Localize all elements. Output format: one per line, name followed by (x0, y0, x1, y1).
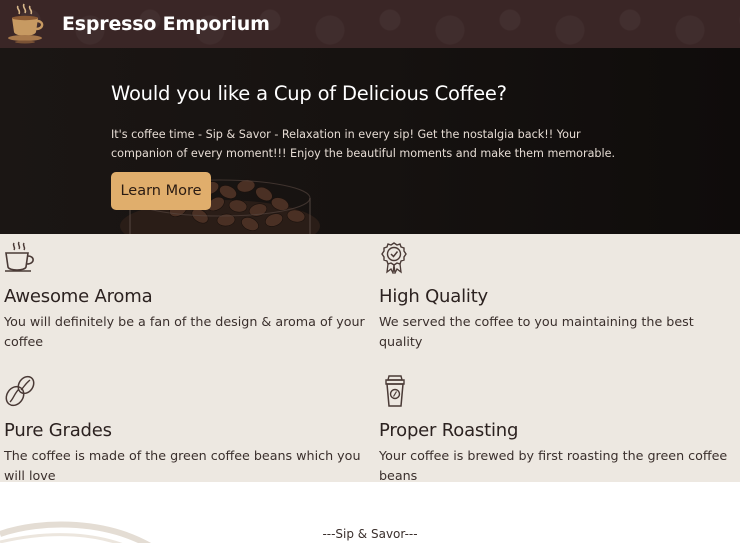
hero-content: Would you like a Cup of Delicious Coffee… (111, 82, 671, 163)
feature-awesome-aroma: Awesome Aroma You will definitely be a f… (4, 240, 374, 352)
coffee-bean-icon (5, 375, 35, 407)
takeaway-cup-icon (385, 375, 405, 407)
products-section-header: ---Sip & Savor--- (0, 482, 740, 543)
feature-title: Pure Grades (4, 420, 112, 441)
section-tagline: ---Sip & Savor--- (322, 527, 418, 541)
features-section: Awesome Aroma You will definitely be a f… (0, 234, 740, 483)
hero-description: It's coffee time - Sip & Savor - Relaxat… (111, 128, 616, 160)
quality-badge-icon (381, 242, 407, 274)
feature-title: High Quality (379, 286, 489, 307)
feature-text: The coffee is made of the green coffee b… (4, 448, 361, 483)
brand-link[interactable]: Espresso Emporium (0, 0, 270, 48)
brand-title: Espresso Emporium (62, 13, 270, 35)
feature-title: Awesome Aroma (4, 286, 153, 307)
feature-proper-roasting: Proper Roasting Your coffee is brewed by… (379, 374, 740, 486)
learn-more-button[interactable]: Learn More (111, 172, 211, 210)
feature-text: Your coffee is brewed by first roasting … (379, 448, 728, 483)
top-navbar: Espresso Emporium (0, 0, 740, 48)
hero-title: Would you like a Cup of Delicious Coffee… (111, 82, 507, 105)
coffee-cup-logo-icon (8, 3, 44, 44)
hero-banner: Would you like a Cup of Delicious Coffee… (0, 48, 740, 234)
feature-high-quality: High Quality We served the coffee to you… (379, 240, 740, 352)
feature-text: We served the coffee to you maintaining … (379, 314, 694, 349)
feature-pure-grades: Pure Grades The coffee is made of the gr… (4, 374, 374, 486)
feature-title: Proper Roasting (379, 420, 519, 441)
feature-text: You will definitely be a fan of the desi… (4, 314, 365, 349)
coffee-cup-icon (5, 241, 34, 272)
